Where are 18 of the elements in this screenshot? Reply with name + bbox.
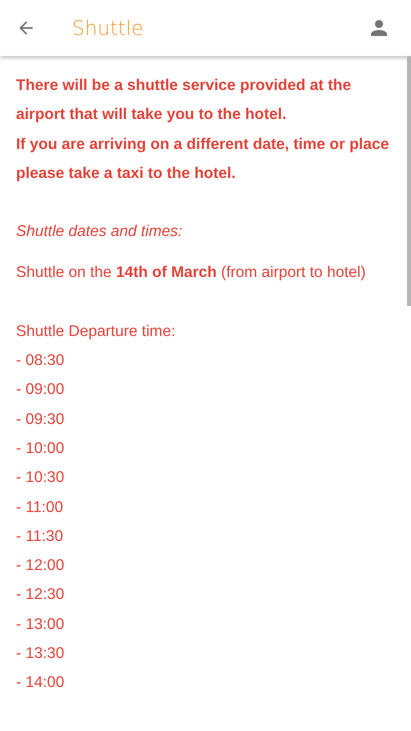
departure-time: - 10:30: [16, 468, 66, 488]
departure-label: Shuttle Departure time:: [16, 322, 176, 342]
departure-time: - 08:30: [16, 351, 66, 372]
departure-time: - 11:30: [16, 526, 64, 547]
section-heading: Shuttle dates and times:: [16, 222, 184, 242]
departure-time: - 13:30: [16, 644, 66, 664]
departure-time: - 12:00: [16, 556, 66, 576]
intro-text: There will be a shuttle service provided at the airport that will take you to the hotel.: [16, 76, 352, 126]
departure-time: - 09:00: [16, 380, 66, 400]
departure-time: - 10:00: [16, 438, 66, 459]
departure-time: - 11:00: [16, 498, 64, 518]
departure-time: - 12:30: [16, 585, 66, 606]
departure-time: - 13:00: [16, 614, 66, 635]
shuttle-date-text: Shuttle on the 14th of March (from airport to hotel): [16, 263, 367, 284]
departure-time: - 09:30: [16, 410, 66, 430]
intro-text: If you are arriving on a different date, time or place please take a taxi to the hotel.: [16, 134, 390, 184]
screen-title: Shuttle: [72, 16, 145, 40]
departure-time: - 14:00: [16, 673, 66, 694]
